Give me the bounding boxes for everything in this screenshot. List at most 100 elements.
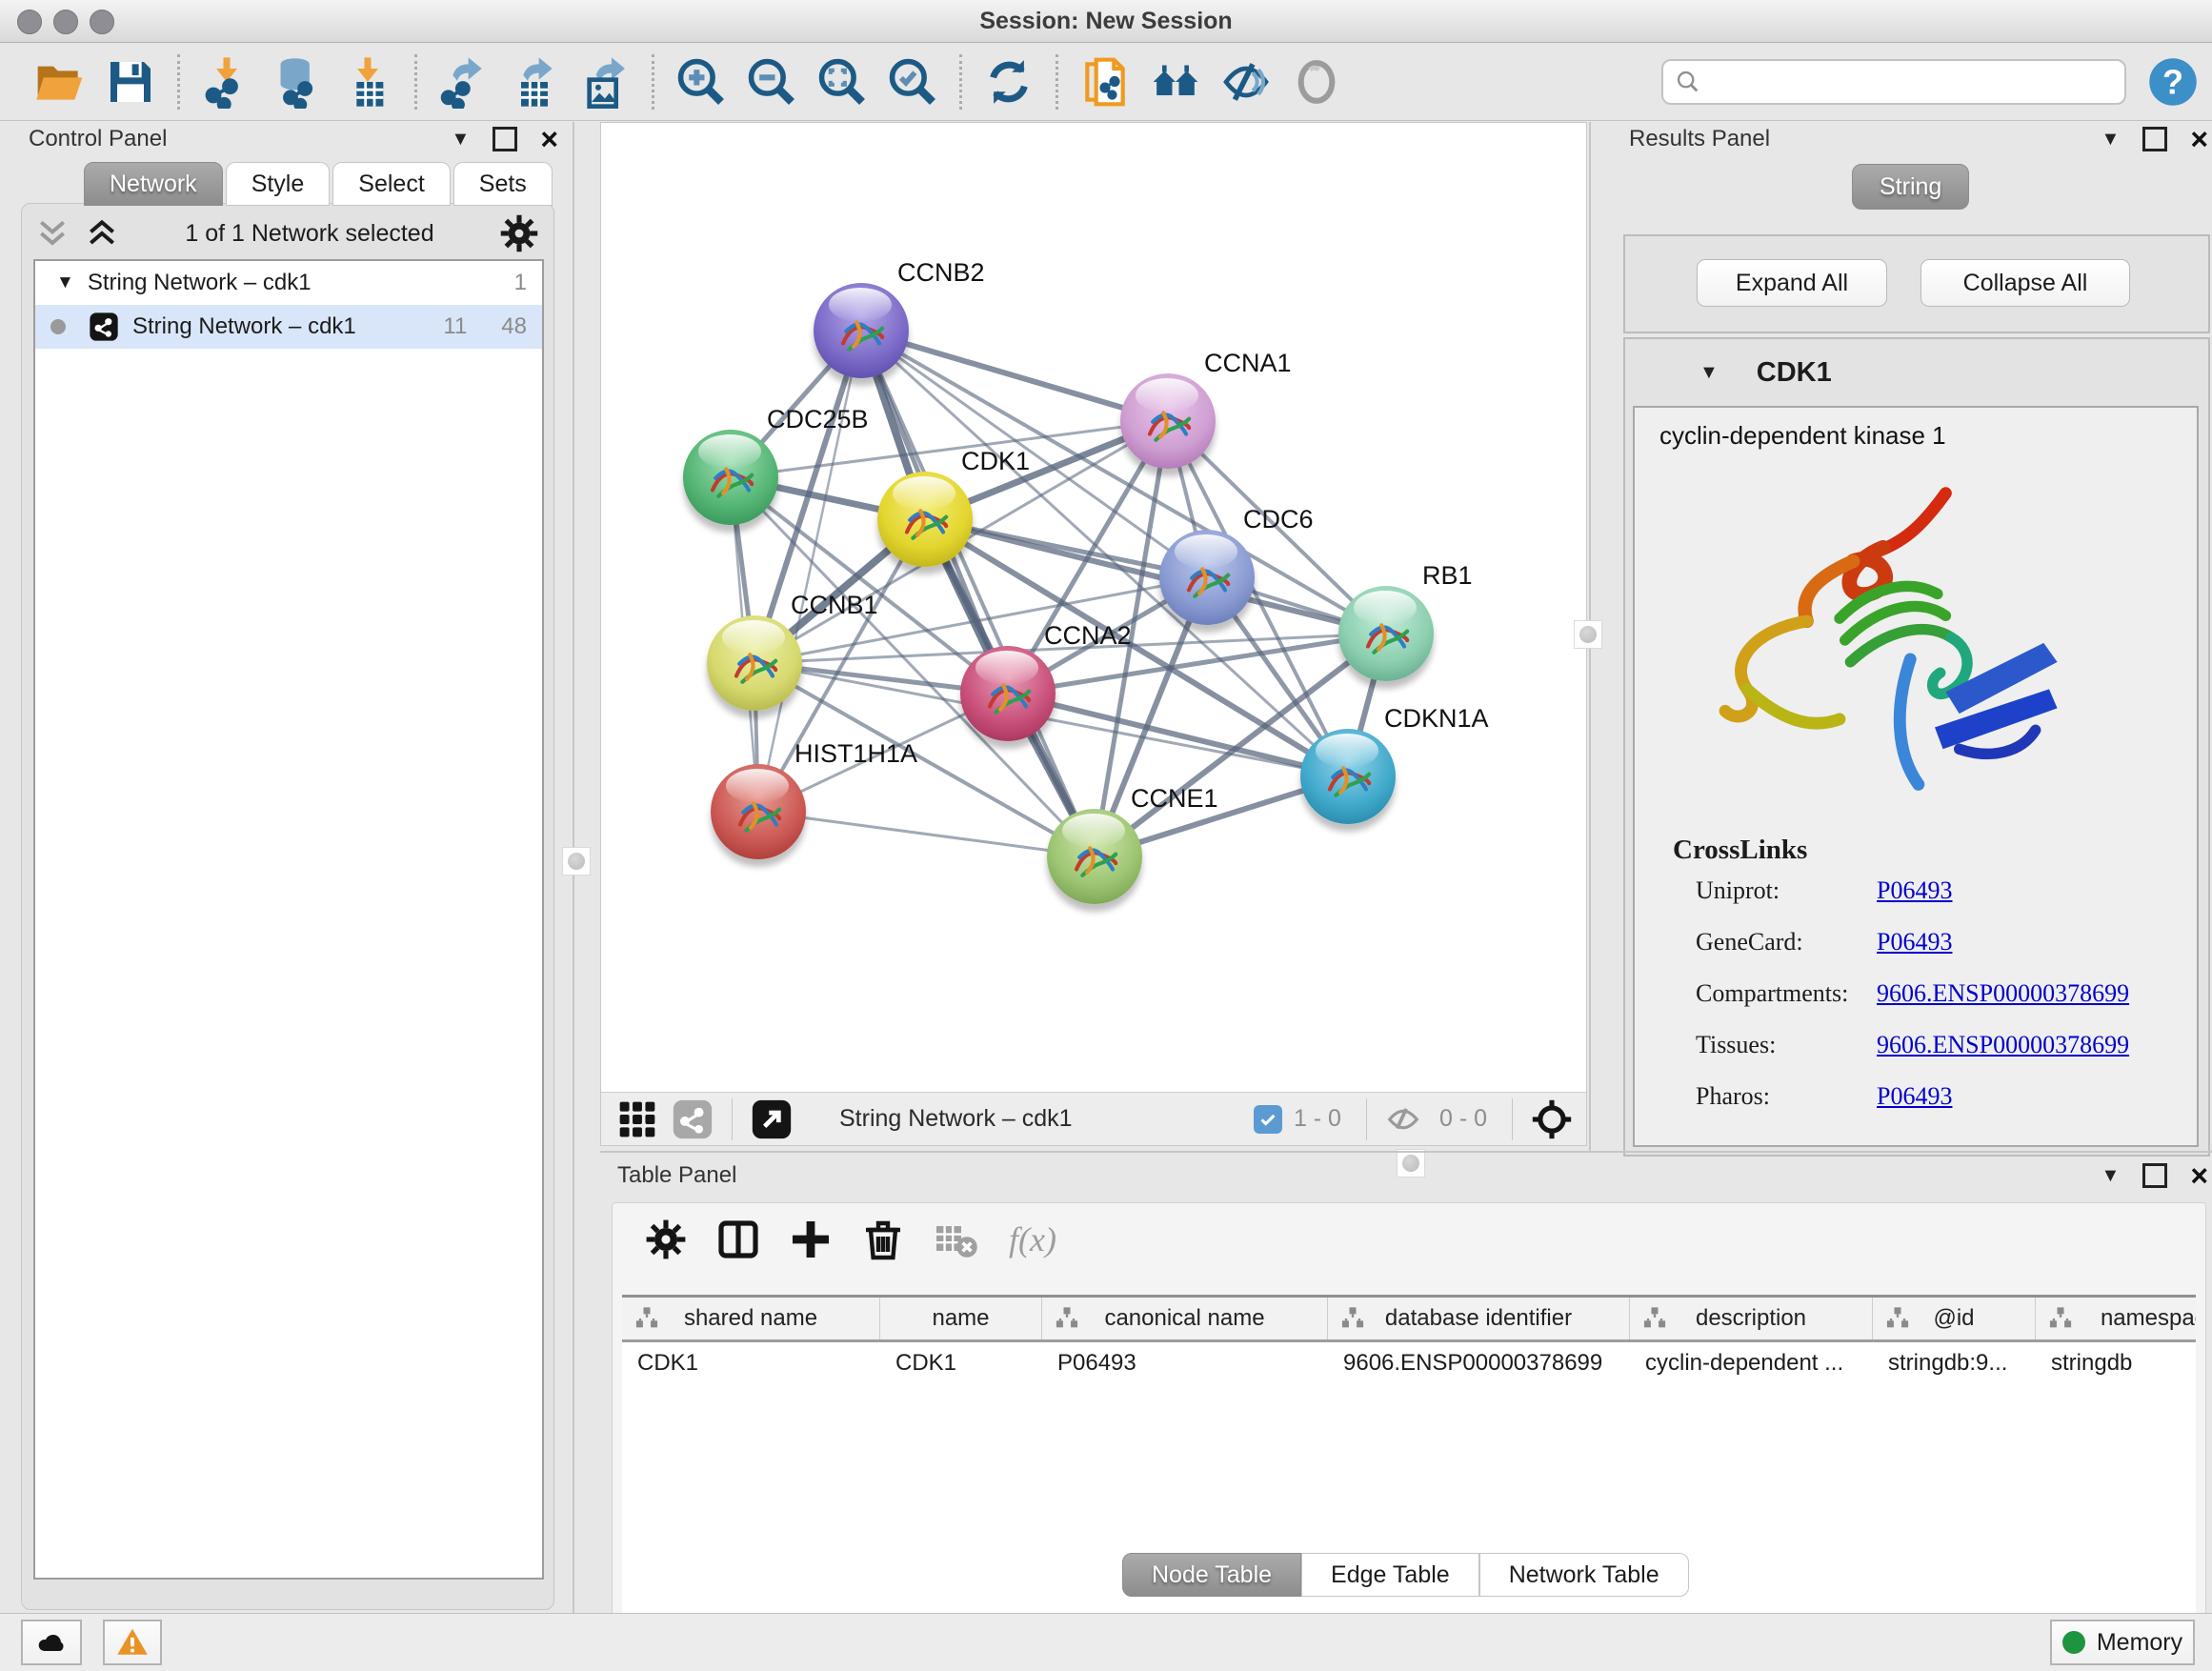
network-edge[interactable] [861, 331, 1095, 856]
birdseye-crosshair-icon[interactable] [1531, 1098, 1573, 1140]
crosslink-link[interactable]: P06493 [1877, 1082, 1952, 1111]
export-network-button[interactable] [433, 51, 494, 112]
table-options-gear-icon[interactable] [643, 1217, 689, 1262]
tab-node-table[interactable]: Node Table [1122, 1553, 1301, 1597]
string-home-button[interactable] [1145, 51, 1206, 112]
open-in-new-window-icon[interactable] [751, 1098, 793, 1140]
panel-collapse-icon[interactable]: ▼ [2101, 1165, 2121, 1187]
clone-network-button[interactable] [1075, 51, 1136, 112]
tab-select[interactable]: Select [332, 162, 450, 206]
cell-id[interactable]: stringdb:9... [1873, 1350, 2036, 1377]
grid-view-icon[interactable] [616, 1098, 658, 1140]
function-builder-icon[interactable]: f(x) [1009, 1219, 1056, 1259]
tab-sets[interactable]: Sets [453, 162, 553, 206]
crosslink-link[interactable]: P06493 [1877, 928, 1952, 956]
cell-description[interactable]: cyclin-dependent ... [1630, 1350, 1873, 1377]
open-session-button[interactable] [30, 51, 90, 112]
save-session-button[interactable] [100, 51, 161, 112]
network-node-ccnb2[interactable] [814, 283, 909, 378]
column-header-description[interactable]: description [1630, 1298, 1873, 1339]
network-node-ccne1[interactable] [1047, 809, 1142, 904]
entry-collapse-icon[interactable]: ▼ [1699, 362, 1719, 384]
tab-edge-table[interactable]: Edge Table [1301, 1553, 1479, 1597]
network-node-cdkn1a[interactable] [1300, 729, 1396, 824]
network-node-ccna1[interactable] [1120, 373, 1216, 469]
collapse-all-button[interactable]: Collapse All [1920, 259, 2130, 307]
table-row[interactable]: CDK1 CDK1 P06493 9606.ENSP00000378699 cy… [622, 1342, 2196, 1384]
import-network-from-database-button[interactable] [267, 51, 328, 112]
selected-nodes-checkbox[interactable] [1254, 1105, 1282, 1134]
zoom-selected-button[interactable] [882, 51, 943, 112]
table-panel: Table Panel ▼ × [600, 1153, 2212, 1613]
hidden-eye-slash-icon[interactable] [1385, 1101, 1421, 1137]
panel-float-icon[interactable] [493, 127, 517, 151]
cell-shared-name[interactable]: CDK1 [622, 1350, 880, 1377]
show-columns-icon[interactable] [715, 1217, 761, 1262]
column-header-canonical-name[interactable]: canonical name [1042, 1298, 1328, 1339]
cell-canonical-name[interactable]: P06493 [1042, 1350, 1328, 1377]
tab-string[interactable]: String [1852, 164, 1969, 210]
zoom-fit-button[interactable] [812, 51, 873, 112]
network-row[interactable]: String Network – cdk1 11 48 [35, 305, 542, 349]
panel-float-icon[interactable] [2142, 127, 2167, 151]
column-header-id[interactable]: @id [1873, 1298, 2036, 1339]
collapse-all-chevron-icon[interactable] [33, 217, 71, 250]
show-hide-panels-button[interactable] [1216, 51, 1277, 112]
network-node-cdc25b[interactable] [683, 430, 778, 525]
tab-network[interactable]: Network [84, 162, 223, 206]
expand-all-chevron-icon[interactable] [83, 217, 121, 250]
network-edge[interactable] [758, 812, 1095, 856]
delete-table-icon[interactable] [933, 1217, 978, 1262]
crosslink-link[interactable]: 9606.ENSP00000378699 [1877, 979, 2129, 1008]
add-column-icon[interactable] [788, 1217, 834, 1262]
network-canvas[interactable]: CCNB2CCNA1CDC25BCDK1CDC6RB1CCNB1CCNA2CDK… [601, 123, 1586, 1093]
export-table-button[interactable] [504, 51, 565, 112]
tab-style[interactable]: Style [226, 162, 331, 206]
tree-expand-icon[interactable]: ▼ [56, 272, 74, 293]
network-node-ccnb1[interactable] [707, 615, 802, 711]
network-node-ccna2[interactable] [960, 646, 1056, 741]
panel-float-icon[interactable] [2142, 1163, 2167, 1188]
expand-all-button[interactable]: Expand All [1697, 259, 1887, 307]
network-view-share-icon[interactable] [672, 1098, 714, 1140]
cell-namespace[interactable]: stringdb [2036, 1350, 2196, 1377]
column-header-namespace[interactable]: namespace [2036, 1298, 2196, 1339]
network-collection-row[interactable]: ▼ String Network – cdk1 1 [35, 261, 542, 305]
houses-icon [1149, 55, 1202, 109]
export-image-button[interactable] [574, 51, 635, 112]
delete-column-trash-icon[interactable] [860, 1217, 906, 1262]
left-splitter-handle[interactable] [562, 847, 591, 876]
panel-close-icon[interactable]: × [2190, 1166, 2208, 1185]
network-node-cdc6[interactable] [1159, 530, 1255, 625]
panel-collapse-icon[interactable]: ▼ [2101, 129, 2121, 151]
column-header-database-identifier[interactable]: database identifier [1328, 1298, 1630, 1339]
import-table-button[interactable] [337, 51, 398, 112]
column-header-name[interactable]: name [880, 1298, 1042, 1339]
refresh-button[interactable] [978, 51, 1039, 112]
zoom-in-button[interactable] [671, 51, 732, 112]
cell-database-identifier[interactable]: 9606.ENSP00000378699 [1328, 1350, 1630, 1377]
memory-status-icon [2062, 1631, 2085, 1654]
panel-close-icon[interactable]: × [540, 130, 558, 149]
warnings-button[interactable] [103, 1620, 162, 1665]
help-button[interactable]: ? [2147, 56, 2199, 108]
network-options-gear-icon[interactable] [498, 212, 540, 254]
zoom-out-button[interactable] [741, 51, 802, 112]
memory-button[interactable]: Memory [2050, 1620, 2195, 1665]
crosslink-link[interactable]: P06493 [1877, 876, 1952, 905]
column-header-shared-name[interactable]: shared name [622, 1298, 880, 1339]
entry-header[interactable]: ▼ CDK1 [1625, 339, 2208, 406]
cell-name[interactable]: CDK1 [880, 1350, 1042, 1377]
automation-cloud-button[interactable] [21, 1620, 82, 1665]
crosslink-link[interactable]: 9606.ENSP00000378699 [1877, 1031, 2129, 1059]
panel-collapse-icon[interactable]: ▼ [452, 129, 471, 151]
search-input[interactable] [1661, 59, 2126, 105]
import-network-button[interactable] [196, 51, 257, 112]
panel-close-icon[interactable]: × [2190, 130, 2208, 149]
tab-network-table[interactable]: Network Table [1479, 1553, 1689, 1597]
network-node-hist1h1a[interactable] [711, 764, 806, 859]
network-node-cdk1[interactable] [877, 472, 973, 567]
export-network-icon [437, 55, 491, 109]
network-node-rb1[interactable] [1338, 586, 1434, 681]
eye-button[interactable] [1286, 51, 1347, 112]
